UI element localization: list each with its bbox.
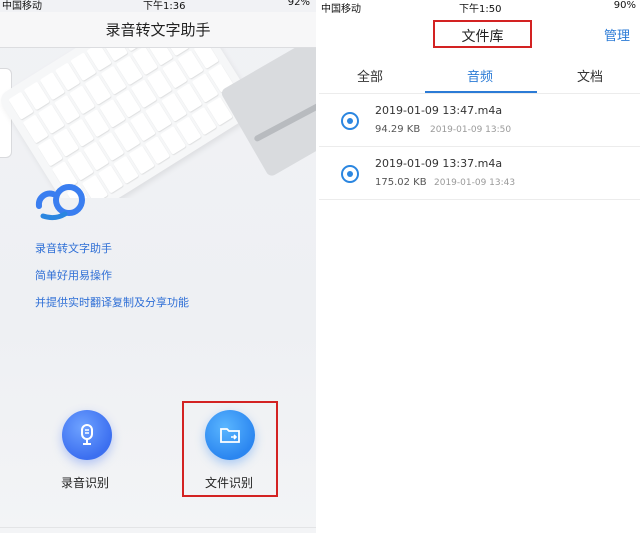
manage-button[interactable]: 管理 — [604, 25, 630, 44]
file-name: 2019-01-09 13:37.m4a — [375, 157, 503, 170]
list-item[interactable]: 2019-01-09 13:37.m4a 175.02 KB 2019-01-0… — [319, 148, 640, 200]
status-time: 下午1:36 — [143, 1, 186, 12]
tab-audio[interactable]: 音频 — [467, 66, 493, 85]
left-screen: 中国移动 下午1:36 92% 录音转文字助手 录音转文字助手 简单好用易操作 … — [0, 0, 316, 533]
carrier-label: 中国移动 — [321, 4, 361, 15]
active-tab-indicator — [425, 91, 537, 93]
file-time: 2019-01-09 13:43 — [434, 178, 516, 188]
right-screen: 中国移动 下午1:50 90% 文件库 管理 全部 音频 文档 2019-01-… — [319, 0, 640, 533]
nav-bar: 文件库 管理 — [319, 14, 640, 54]
feature-text: 简单好用易操作 — [35, 269, 112, 282]
audio-file-icon — [341, 112, 359, 130]
status-time: 下午1:50 — [459, 4, 502, 15]
status-bar: 中国移动 下午1:50 90% — [319, 0, 640, 15]
record-label: 录音识别 — [61, 476, 110, 490]
file-recognize-button[interactable] — [205, 410, 255, 460]
list-item[interactable]: 2019-01-09 13:47.m4a 94.29 KB 2019-01-09… — [319, 95, 640, 147]
record-button[interactable] — [62, 410, 112, 460]
feature-text: 并提供实时翻译复制及分享功能 — [35, 296, 189, 309]
file-size: 94.29 KB — [375, 124, 421, 135]
battery-level: 92% — [287, 0, 310, 8]
carrier-label: 中国移动 — [2, 1, 42, 12]
highlight-box: 文件库 — [433, 20, 532, 48]
file-size: 175.02 KB — [375, 177, 427, 188]
file-name: 2019-01-09 13:47.m4a — [375, 104, 503, 117]
nav-bar: 录音转文字助手 — [0, 12, 316, 48]
audio-file-icon — [341, 165, 359, 183]
tab-all[interactable]: 全部 — [357, 66, 383, 85]
feature-text: 录音转文字助手 — [35, 242, 112, 255]
page-title: 录音转文字助手 — [105, 21, 211, 39]
file-time: 2019-01-09 13:50 — [430, 125, 512, 135]
battery-level: 90% — [613, 0, 636, 11]
folder-icon — [220, 428, 240, 443]
status-bar: 中国移动 下午1:36 92% — [0, 0, 316, 12]
tab-documents[interactable]: 文档 — [577, 66, 603, 85]
bottom-edge — [0, 527, 316, 533]
page-title: 文件库 — [461, 29, 504, 45]
app-logo-icon — [35, 184, 85, 221]
microphone-icon — [81, 424, 93, 445]
file-recognize-label: 文件识别 — [205, 476, 254, 490]
tab-bar: 全部 音频 文档 — [319, 56, 640, 94]
